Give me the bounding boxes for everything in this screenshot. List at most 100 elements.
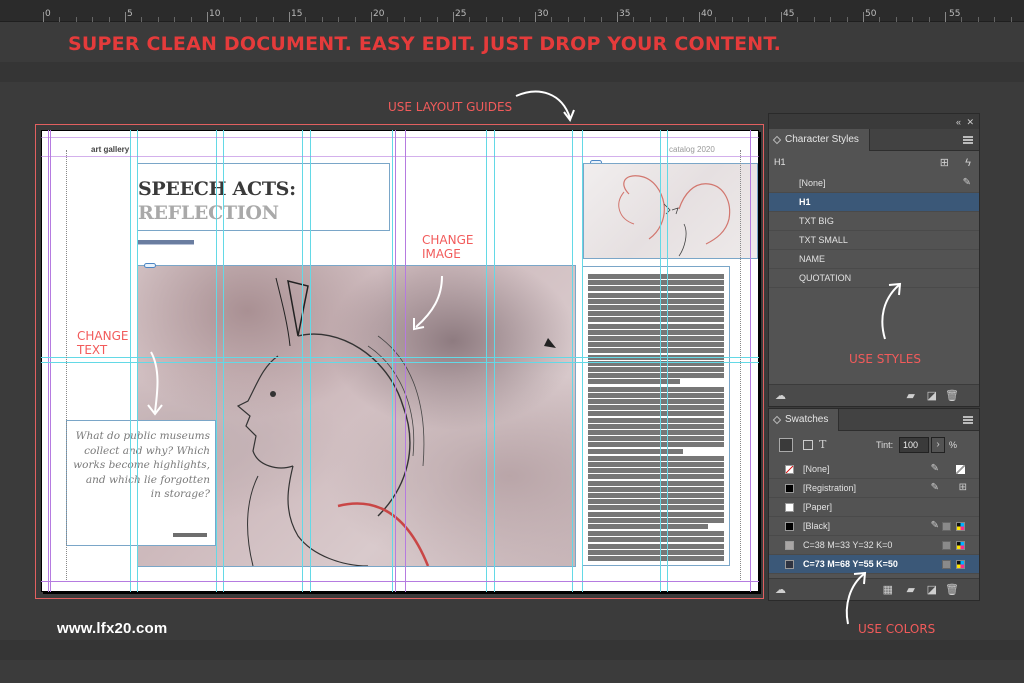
ruler-tick (584, 17, 586, 22)
layout-guide[interactable] (310, 130, 311, 592)
swatch-item[interactable]: [Registration] ✎ ⊞ (769, 479, 979, 498)
tab-character-styles[interactable]: Character Styles (769, 129, 870, 151)
swatch-name: [Registration] (803, 483, 857, 493)
ruler-tick (436, 17, 438, 22)
ruler-tick (256, 17, 258, 22)
panel-menu-icon[interactable] (963, 416, 973, 424)
current-style-bar: H1 ⊞ ϟ (769, 152, 979, 174)
process-color-icon (942, 560, 951, 569)
margin-guide[interactable] (750, 130, 751, 592)
style-item[interactable]: TXT SMALL (769, 231, 979, 250)
ruler-tick (403, 17, 405, 22)
margin-guide[interactable] (50, 130, 51, 592)
pencil-crossed-icon: ✎ (962, 177, 971, 188)
body-text-line (588, 430, 724, 435)
margin-guide[interactable] (405, 130, 406, 592)
new-item-icon[interactable]: ◪ (927, 389, 937, 403)
body-text-line (588, 511, 724, 517)
cloud-icon[interactable]: ☁ (775, 583, 786, 597)
layout-guide[interactable] (302, 130, 303, 592)
swatch-views-icon[interactable]: ▦ (883, 583, 893, 597)
body-text-line (588, 292, 724, 298)
body-text-line (588, 480, 724, 486)
swatches-panel[interactable]: Swatches T Tint: › % [None]✎[Registratio… (768, 408, 980, 601)
new-style-icon[interactable]: ⊞ (940, 156, 949, 170)
collapse-diamond-icon[interactable] (772, 415, 782, 425)
margin-guide[interactable] (48, 130, 49, 592)
ruler-tick (485, 17, 487, 22)
ruler-tick (797, 17, 799, 22)
process-color-icon (942, 522, 951, 531)
quick-apply-icon[interactable]: ϟ (965, 156, 971, 170)
top-right-image[interactable] (583, 163, 758, 259)
title-line-2[interactable]: REFLECTION (138, 202, 279, 224)
fill-stroke-icon[interactable] (779, 438, 793, 452)
headline: SUPER CLEAN DOCUMENT. EASY EDIT. JUST DR… (68, 33, 782, 55)
character-styles-panel[interactable]: « ✕ Character Styles H1 ⊞ ϟ [None] ✎ H1 T… (768, 113, 980, 407)
style-item[interactable]: QUOTATION (769, 269, 979, 288)
swatch-item[interactable]: [Black] ✎ (769, 517, 979, 536)
trash-icon[interactable]: 🗑 (945, 389, 959, 403)
layout-guide[interactable] (572, 130, 573, 592)
layout-guide[interactable] (667, 130, 668, 592)
layout-guide[interactable] (582, 130, 583, 592)
content-grabber-icon[interactable] (144, 263, 156, 268)
ruler-tick (108, 17, 110, 22)
body-text-line (588, 311, 724, 317)
collapse-diamond-icon[interactable] (772, 135, 782, 145)
layout-guide[interactable] (137, 130, 138, 592)
folder-icon[interactable]: ▰ (907, 583, 915, 597)
tab-swatches[interactable]: Swatches (769, 409, 840, 431)
ruler-tick (43, 12, 44, 22)
ruler-tick (649, 17, 651, 22)
ruler-tick (518, 17, 520, 22)
body-text-line (588, 442, 724, 448)
horizontal-ruler[interactable]: 0 5 10 15 20 25 30 35 40 45 50 55 (0, 0, 1024, 22)
margin-guide[interactable] (41, 581, 759, 582)
layout-guide[interactable] (392, 130, 393, 592)
tint-label: Tint: (876, 440, 894, 450)
swatch-color-chip (785, 503, 794, 512)
style-item[interactable]: NAME (769, 250, 979, 269)
margin-guide[interactable] (41, 156, 759, 157)
panel-footer: ☁ ▦ ▰ ◪ 🗑 (769, 578, 979, 600)
style-item-label: TXT BIG (799, 216, 834, 226)
quote-text-frame[interactable]: What do public museums collect and why? … (66, 420, 216, 546)
collapse-icon[interactable]: « (956, 115, 961, 129)
layout-guide[interactable] (130, 130, 131, 592)
folder-icon[interactable]: ▰ (907, 389, 915, 403)
ruler-tick (75, 17, 77, 22)
container-format-icon[interactable] (803, 440, 813, 450)
style-item[interactable]: [None] ✎ (769, 174, 979, 193)
layout-guide[interactable] (486, 130, 487, 592)
ruler-tick (387, 17, 389, 22)
style-item-selected[interactable]: H1 (769, 193, 979, 212)
tint-dropdown-button[interactable]: › (931, 437, 945, 453)
layout-guide[interactable] (223, 130, 224, 592)
close-icon[interactable]: ✕ (966, 115, 974, 129)
background-band (0, 640, 1024, 660)
ruler-tick (830, 17, 832, 22)
swatch-item[interactable]: [Paper] (769, 498, 979, 517)
panel-menu-icon[interactable] (963, 136, 973, 144)
quote-underline-bar (173, 533, 207, 537)
cloud-icon[interactable]: ☁ (775, 389, 786, 403)
margin-guide[interactable] (395, 130, 396, 592)
layout-guide[interactable] (660, 130, 661, 592)
style-item[interactable]: TXT BIG (769, 212, 979, 231)
pencil-crossed-icon: ✎ (930, 463, 939, 474)
trash-icon[interactable]: 🗑 (945, 583, 959, 597)
new-swatch-icon[interactable]: ◪ (927, 583, 937, 597)
layout-guide[interactable] (216, 130, 217, 592)
swatch-item[interactable]: C=73 M=68 Y=55 K=50 (769, 555, 979, 574)
layout-guide[interactable] (494, 130, 495, 592)
text-format-icon[interactable]: T (819, 438, 826, 452)
ruler-label: 50 (865, 9, 877, 19)
pencil-crossed-icon: ✎ (930, 520, 939, 531)
pull-quote[interactable]: What do public museums collect and why? … (73, 429, 210, 502)
swatch-item[interactable]: C=38 M=33 Y=32 K=0 (769, 536, 979, 555)
tint-input[interactable] (899, 437, 929, 453)
margin-guide[interactable] (41, 137, 759, 138)
swatch-item[interactable]: [None] ✎ (769, 460, 979, 479)
panel-footer: ☁ ▰ ◪ 🗑 (769, 384, 979, 406)
